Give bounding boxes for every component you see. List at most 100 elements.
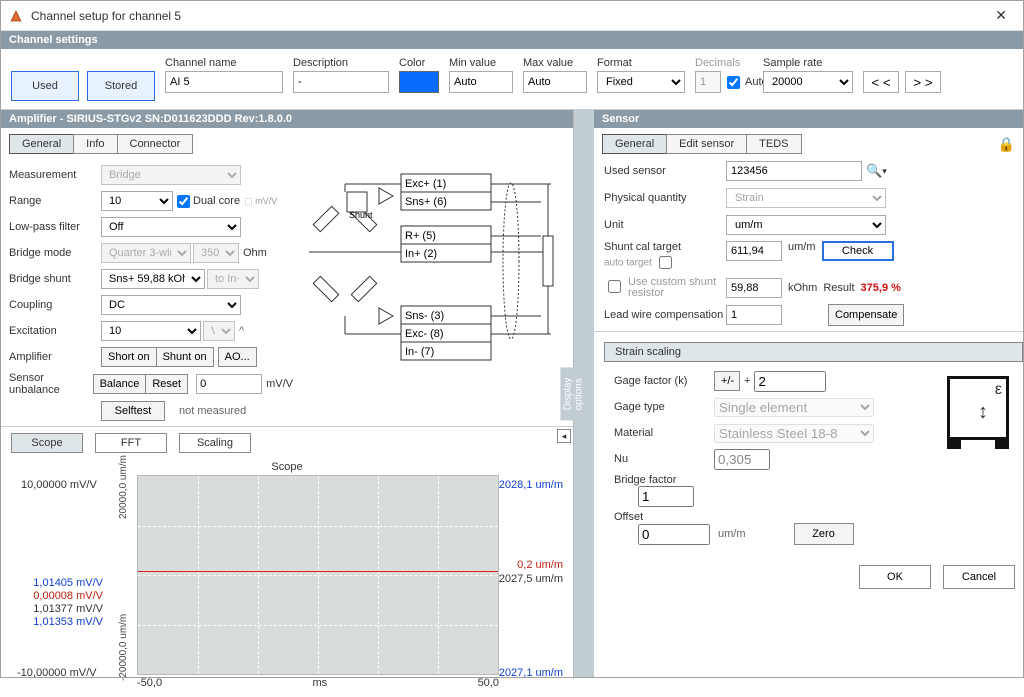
shunt-on-button[interactable]: Shunt on [156,347,214,367]
lpf-select[interactable]: Off [101,217,241,237]
selftest-status: not measured [179,405,246,417]
scope-plot[interactable] [137,475,499,675]
amplifier-body: Measurement Bridge Range 10 Dual core ⬚ … [1,158,573,426]
max-value-input[interactable] [523,71,587,93]
auto-target-checkbox[interactable] [659,256,672,269]
tab-amp-general[interactable]: General [9,134,74,154]
compensate-button[interactable]: Compensate [828,304,904,326]
amplifier-form: Measurement Bridge Range 10 Dual core ⬚ … [1,158,301,426]
gage-type-select: Single element [714,398,874,417]
amplifier-label: Amplifier [9,351,101,363]
result-value: 375,9 % [861,282,901,294]
min-value-input[interactable] [449,71,513,93]
scope-trace [138,571,498,572]
svg-text:In+ (2): In+ (2) [405,248,437,260]
scope-title: Scope [11,461,563,473]
search-icon[interactable]: 🔍 [866,163,882,179]
gage-k-input[interactable] [754,371,826,392]
excitation-select[interactable]: 10 [101,321,201,341]
lead-comp-label: Lead wire compensation [604,309,726,321]
used-button[interactable]: Used [11,71,79,101]
balance-button[interactable]: Balance [93,374,147,394]
strain-scaling-header[interactable]: Strain scaling [604,342,1023,362]
decimals-input[interactable] [695,71,721,93]
svg-text:Shunt: Shunt [349,210,373,220]
chevron-down-icon[interactable]: ▾ [882,166,887,177]
strain-gage-icon: ε ↕ [947,376,1009,440]
scope-left-val-2: 1,01377 mV/V [17,603,103,616]
short-on-button[interactable]: Short on [101,347,157,367]
bridge-factor-input[interactable] [638,486,694,507]
bridge-shunt-select[interactable]: Sns+ 59,88 kOhm [101,269,205,289]
color-swatch[interactable] [399,71,439,93]
splitter[interactable]: Display options [574,110,594,677]
updown-arrow-icon: ↕ [978,401,988,424]
measurement-select: Bridge [101,165,241,185]
tab-amp-connector[interactable]: Connector [117,134,194,154]
scope-y-bot: -10,00000 mV/V [17,667,97,679]
excitation-unit-select: V [203,321,235,341]
tab-amp-info[interactable]: Info [73,134,117,154]
scope-tabs: Scope FFT Scaling [1,427,573,459]
range-unit-label: ⬚ mV/V [244,196,277,207]
bridge-factor-label: Bridge factor [614,474,714,486]
tab-sensor-general[interactable]: General [602,134,667,154]
gage-type-label: Gage type [614,401,714,413]
tab-sensor-teds[interactable]: TEDS [746,134,801,154]
check-button[interactable]: Check [822,241,894,261]
unbalance-label: Sensor unbalance [9,372,93,396]
offset-input[interactable] [638,524,710,545]
tab-sensor-edit[interactable]: Edit sensor [666,134,747,154]
scope-left-val-0: 1,01405 mV/V [17,577,103,590]
unit-select[interactable]: um/m [726,215,886,235]
gage-k-label: Gage factor (k) [614,375,714,387]
prev-channel-button[interactable]: < < [863,71,899,93]
stored-button[interactable]: Stored [87,71,155,101]
excitation-extra: ^ [239,325,244,337]
shunt-target-unit: um/m [788,241,816,253]
cancel-button[interactable]: Cancel [943,565,1015,589]
tab-scaling[interactable]: Scaling [179,433,251,453]
used-sensor-input[interactable] [726,161,862,181]
scope-left-val-3: 1,01353 mV/V [17,616,103,629]
lock-icon[interactable]: 🔒 [998,136,1015,153]
lead-comp-input[interactable] [726,305,782,325]
sensor-form: Used sensor 🔍 ▾ Physical quantity Strain… [594,154,1023,331]
range-select[interactable]: 10 [101,191,173,211]
sample-rate-select[interactable]: 20000 [763,71,853,93]
reset-button[interactable]: Reset [145,374,188,394]
ok-button[interactable]: OK [859,565,931,589]
sample-rate-label: Sample rate [763,57,853,69]
zero-button[interactable]: Zero [794,523,854,545]
custom-shunt-input [726,278,782,298]
channel-name-input[interactable] [165,71,283,93]
selftest-button[interactable]: Selftest [101,401,165,421]
display-options-toggle[interactable]: Display options [561,367,587,420]
description-input[interactable] [293,71,389,93]
unbalance-unit: mV/V [266,378,293,390]
bridge-shunt-target-select: to In+ [207,269,259,289]
window-title: Channel setup for channel 5 [31,9,987,23]
tab-scope[interactable]: Scope [11,433,83,453]
scope-y-top: 10,00000 mV/V [21,479,97,491]
scope-x-unit: ms [312,677,327,689]
custom-shunt-checkbox[interactable] [608,280,621,293]
channel-settings-row: Used Stored Channel name Description Col… [1,49,1023,110]
format-label: Format [597,57,685,69]
close-icon[interactable]: ✕ [987,7,1015,24]
dual-core-checkbox[interactable] [177,195,190,208]
sign-toggle-button[interactable]: +/- [714,371,740,391]
scope-right-mid-red: 0,2 um/m [517,559,563,571]
next-channel-button[interactable]: > > [905,71,941,93]
unbalance-value[interactable] [196,374,262,394]
auto-decimals-checkbox[interactable] [727,76,740,89]
collapse-scope-button[interactable]: ◂ [557,429,571,443]
shunt-target-input[interactable] [726,241,782,261]
format-select[interactable]: Fixed [597,71,685,93]
bridge-mode-select: Quarter 3-wire [101,243,191,263]
tab-fft[interactable]: FFT [95,433,167,453]
offset-label: Offset [614,511,714,523]
used-sensor-label: Used sensor [604,165,726,177]
ao-button[interactable]: AO... [218,347,257,367]
coupling-select[interactable]: DC [101,295,241,315]
